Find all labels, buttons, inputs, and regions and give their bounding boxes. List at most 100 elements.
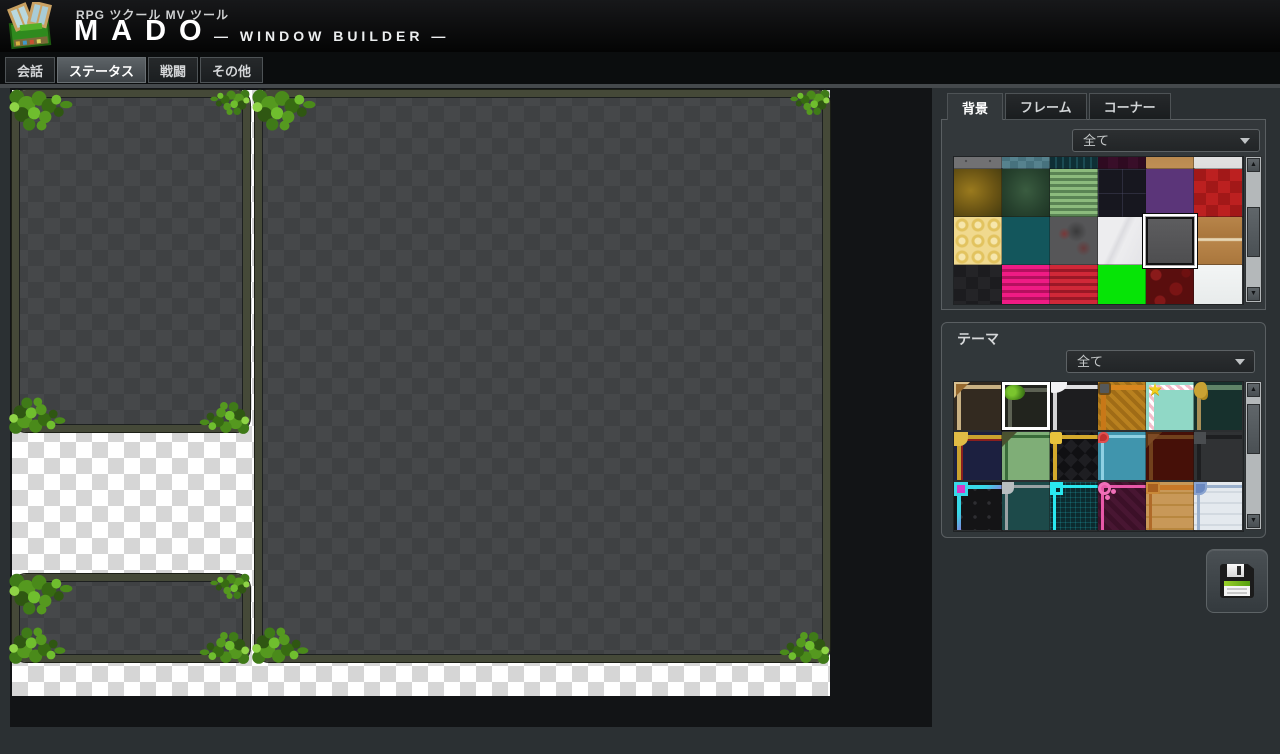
theme-wood-floor[interactable]	[1146, 482, 1194, 530]
scroll-up-icon[interactable]: ▲	[1247, 383, 1260, 397]
tab-corner[interactable]: コーナー	[1089, 93, 1171, 120]
bg-swatch-gold-mottled[interactable]	[954, 169, 1002, 217]
theme-slate-teal[interactable]	[1002, 482, 1050, 530]
scroll-down-icon[interactable]: ▼	[1247, 287, 1260, 301]
theme-green-ivy[interactable]	[1002, 382, 1050, 430]
bg-swatch-teal-pinstripe[interactable]	[1050, 156, 1098, 169]
theme-navy-gold[interactable]	[954, 432, 1002, 480]
app-title: MADO	[74, 15, 215, 48]
bg-swatch-midnight-grid[interactable]	[1098, 169, 1146, 217]
save-button[interactable]	[1206, 549, 1268, 613]
bg-swatch-wood-planks[interactable]	[1194, 217, 1242, 265]
preview-window-namebox[interactable]	[12, 574, 250, 662]
app-header: RPG ツクール MV ツール MADO — WINDOW BUILDER —	[0, 0, 1280, 52]
theme-meadow-green[interactable]	[1002, 432, 1050, 480]
theme-grid-scrollbar[interactable]: ▲ ▼	[1245, 381, 1262, 530]
theme-groupbox: テーマ 全て ★ ▲ ▼	[941, 322, 1266, 538]
bg-swatch-plain-gray[interactable]	[1146, 217, 1194, 265]
theme-neon-cyan-grid[interactable]	[1050, 482, 1098, 530]
floppy-slot	[1237, 566, 1241, 575]
theme-thumb-corner-ornament: ★	[1146, 382, 1164, 399]
bg-swatch-light-wood-grain[interactable]	[1146, 156, 1194, 169]
bg-swatch-red-check[interactable]	[1194, 169, 1242, 217]
theme-grid: ★	[953, 381, 1244, 532]
bg-swatch-magenta-stripes[interactable]	[1002, 265, 1050, 305]
theme-silver-ornate[interactable]	[1050, 382, 1098, 430]
preview-window-main[interactable]	[255, 90, 830, 662]
theme-light-blue-panel[interactable]	[1194, 482, 1242, 530]
theme-charcoal-minimal[interactable]	[1194, 432, 1242, 480]
bg-swatch-cream-rings[interactable]	[954, 217, 1002, 265]
resource-tabs: 背景 フレーム コーナー	[947, 93, 1171, 120]
background-filter-dropdown[interactable]: 全て	[1072, 129, 1260, 152]
theme-thumb-corner-ornament	[1098, 432, 1109, 443]
theme-thumb-corner-ornament	[1194, 382, 1207, 398]
theme-thumb-corner-ornament	[1194, 432, 1206, 444]
bg-swatch-gray-rivet-plate[interactable]	[954, 156, 1002, 169]
scrollbar-thumb[interactable]	[1247, 404, 1260, 454]
tab-status[interactable]: ステータス	[57, 57, 146, 83]
background-panel: 全て ▲ ▼	[941, 119, 1266, 310]
floppy-label	[1224, 581, 1250, 596]
theme-filter-value: 全て	[1077, 354, 1103, 369]
bg-swatch-forest-green-mottled[interactable]	[1002, 169, 1050, 217]
bg-swatch-steel-blue-check[interactable]	[1002, 156, 1050, 169]
theme-thumb-corner-ornament	[954, 482, 968, 496]
theme-thumb-frame	[957, 385, 1002, 430]
theme-thumb-corner-ornament	[1146, 482, 1160, 494]
background-filter-value: 全て	[1083, 133, 1109, 148]
floppy-label-line	[1227, 588, 1247, 590]
theme-black-diamond-gold[interactable]	[1050, 432, 1098, 480]
preview-window-sidebar[interactable]	[12, 90, 250, 432]
tab-background[interactable]: 背景	[947, 93, 1003, 120]
theme-jade-gold-ornament[interactable]	[1194, 382, 1242, 430]
tab-conversation[interactable]: 会話	[5, 57, 55, 83]
main-tabs: 会話 ステータス 戦闘 その他	[5, 57, 263, 83]
bg-swatch-green-plaid-stripes[interactable]	[1050, 169, 1098, 217]
background-swatch-grid	[953, 156, 1244, 305]
floppy-shutter	[1227, 564, 1244, 577]
theme-thumb-frame	[1149, 435, 1194, 480]
background-grid-scrollbar[interactable]: ▲ ▼	[1245, 156, 1262, 303]
theme-thumb-frame	[1101, 435, 1146, 480]
window-content-area	[19, 581, 243, 655]
bg-swatch-deep-teal[interactable]	[1002, 217, 1050, 265]
theme-cyan-ribbon[interactable]	[1098, 432, 1146, 480]
chevron-down-icon	[1235, 359, 1245, 365]
tab-frame[interactable]: フレーム	[1005, 93, 1087, 120]
bg-swatch-dark-red-rock[interactable]	[1146, 265, 1194, 305]
app-subtitle: — WINDOW BUILDER —	[214, 28, 449, 44]
preview-canvas	[10, 88, 932, 727]
chevron-down-icon	[1240, 138, 1250, 144]
theme-maroon-leather[interactable]	[1146, 432, 1194, 480]
bg-swatch-dark-maroon-weave[interactable]	[1098, 156, 1146, 169]
scrollbar-thumb[interactable]	[1247, 207, 1260, 257]
theme-filter-dropdown[interactable]: 全て	[1066, 350, 1255, 373]
floppy-disk-icon	[1220, 564, 1254, 598]
theme-thumb-corner-ornament	[1098, 382, 1111, 395]
scroll-down-icon[interactable]: ▼	[1247, 514, 1260, 528]
bg-swatch-bright-green[interactable]	[1098, 265, 1146, 305]
window-content-area	[19, 97, 243, 425]
bg-swatch-white-panel[interactable]	[1194, 156, 1242, 169]
main-tab-bar: 会話 ステータス 戦闘 その他	[0, 52, 1280, 84]
theme-neon-pixel[interactable]	[954, 482, 1002, 530]
theme-amber-wood[interactable]	[1098, 382, 1146, 430]
theme-label: テーマ	[957, 329, 999, 349]
window-content-area	[262, 97, 823, 655]
theme-candy-stripe-star[interactable]: ★	[1146, 382, 1194, 430]
theme-plum-pink-rings[interactable]	[1098, 482, 1146, 530]
tab-others[interactable]: その他	[200, 57, 263, 83]
bg-swatch-crimson-stripes[interactable]	[1050, 265, 1098, 305]
bg-swatch-dark-check[interactable]	[954, 265, 1002, 305]
bg-swatch-royal-purple[interactable]	[1146, 169, 1194, 217]
theme-thumb-corner-ornament	[1050, 482, 1063, 495]
bg-swatch-white-marble[interactable]	[1098, 217, 1146, 265]
theme-leather-tan[interactable]	[954, 382, 1002, 430]
transparency-checker-background	[12, 90, 830, 696]
bg-swatch-mossy-stone-red[interactable]	[1050, 217, 1098, 265]
theme-thumb-corner-ornament	[1050, 432, 1062, 444]
scroll-up-icon[interactable]: ▲	[1247, 158, 1260, 172]
tab-battle[interactable]: 戦闘	[148, 57, 198, 83]
bg-swatch-off-white-paper[interactable]	[1194, 265, 1242, 305]
